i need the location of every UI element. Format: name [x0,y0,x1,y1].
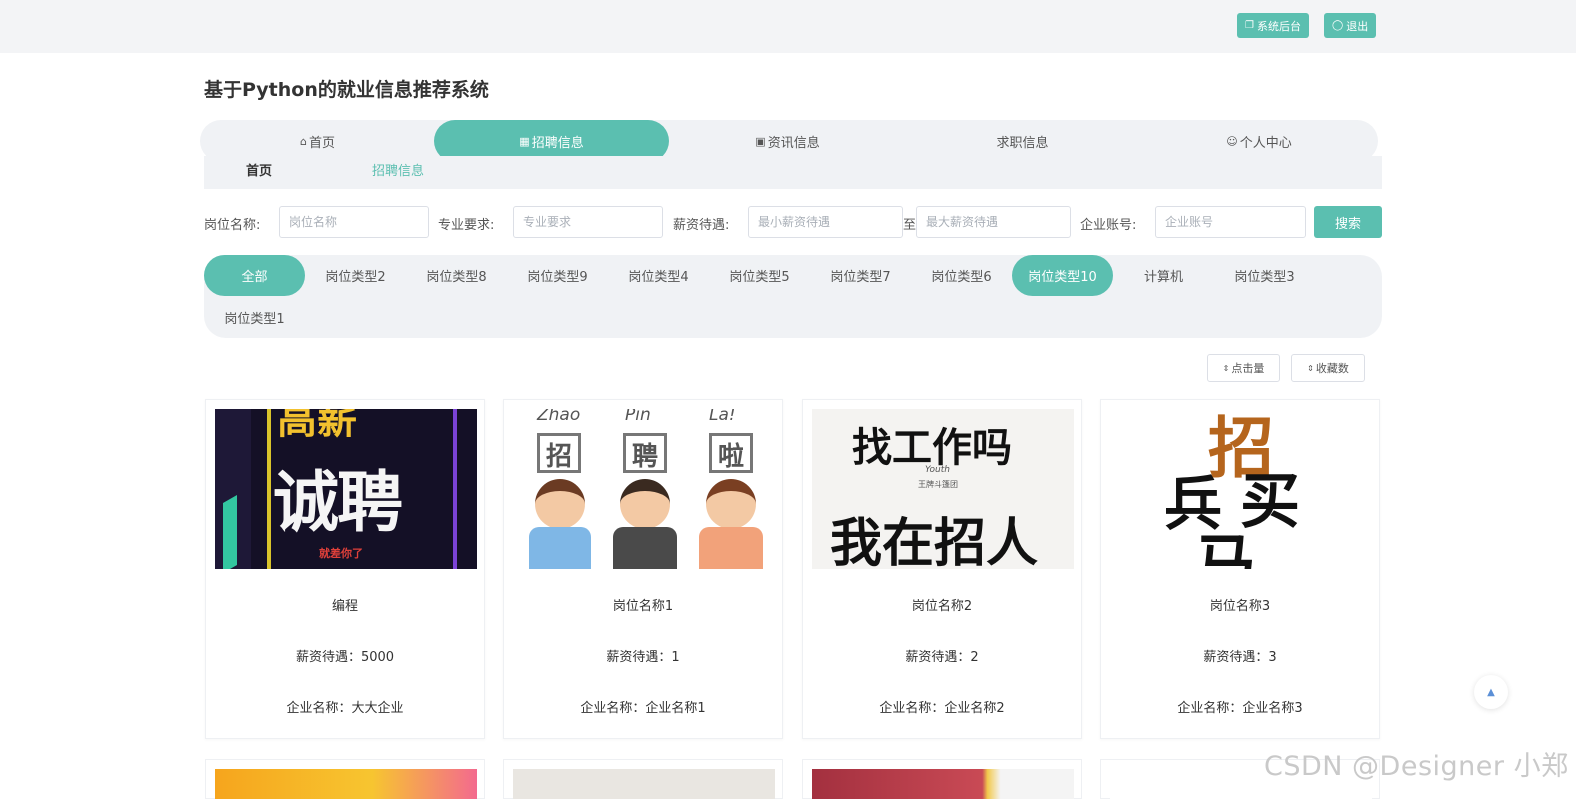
category-item[interactable]: 岗位类型8 [406,255,507,296]
poster-text: 招 [537,433,581,473]
poster-text: 聘 [623,433,667,473]
caret-up-icon: ▲ [1487,686,1495,698]
nav-news-label: 资讯信息 [767,135,820,151]
admin-backend-label: 系统后台 [1256,20,1301,33]
nav-home-label: 首页 [308,135,335,151]
sort-clicks-label: 点击量 [1231,362,1265,375]
poster-text: 高薪 [277,409,357,443]
poster-text: Zhao [537,409,581,425]
job-poster-image [215,769,477,799]
poster-text: 王牌斗篷团 [918,480,958,489]
poster-text: La! [709,409,736,425]
power-icon: ◯ [1332,20,1344,31]
category-all[interactable]: 全部 [204,255,305,296]
job-card[interactable]: 招 兵 买 马 岗位名称3 薪资待遇：3 企业名称：企业名称3 [1100,399,1380,739]
category-item[interactable]: 计算机 [1113,255,1214,296]
job-card-company: 企业名称：企业名称1 [580,701,706,716]
salary-to-label: 至 [903,218,917,233]
job-card-title: 编程 [331,599,358,614]
sort-clicks-button[interactable]: ⇕ 点击量 [1207,354,1280,382]
job-poster-image: 招 兵 买 马 [1110,409,1372,569]
job-poster-image [513,769,775,799]
job-poster-image: 找工作吗 Youth 王牌斗篷团 我在招人 [812,409,1074,569]
sort-favorites-label: 收藏数 [1315,362,1349,375]
job-card-company: 企业名称：大大企业 [286,701,404,716]
job-name-input[interactable] [279,206,429,238]
job-card[interactable] [205,759,485,799]
breadcrumb: 首页 招聘信息 [204,156,1382,189]
job-card-salary: 薪资待遇：3 [1203,650,1277,665]
job-card[interactable]: Zhao Pin La! 招 聘 啦 岗位名称1 薪资待遇：1 企业名称：企业名… [503,399,783,739]
job-card-company: 企业名称：企业名称2 [879,701,1005,716]
company-account-label: 企业账号: [1080,218,1137,233]
category-item[interactable]: 岗位类型2 [305,255,406,296]
nav-jobs-label: 招聘信息 [531,135,584,151]
job-card-title: 岗位名称3 [1209,599,1271,614]
user-icon: ☺ [1226,134,1238,148]
briefcase-icon: ▣ [755,134,766,148]
poster-text: 诚聘 [273,464,403,541]
job-card-title: 岗位名称1 [612,599,674,614]
job-card[interactable]: 找工作吗 Youth 王牌斗篷团 我在招人 岗位名称2 薪资待遇：2 企业名称：… [802,399,1082,739]
search-button[interactable]: 搜索 [1314,206,1382,238]
job-poster-image: Zhao Pin La! 招 聘 啦 [513,409,775,569]
site-title: 基于Python的就业信息推荐系统 [204,79,489,101]
category-item[interactable]: 岗位类型4 [608,255,709,296]
salary-min-input[interactable] [748,206,903,238]
job-card[interactable]: 高薪 诚聘 就差你了 编程 薪资待遇：5000 企业名称：大大企业 [205,399,485,739]
poster-text: 我在招人 [830,514,1039,569]
job-card[interactable] [503,759,783,799]
grid-icon: ▦ [519,134,530,148]
category-item-selected[interactable]: 岗位类型10 [1012,255,1113,296]
top-bar: ❐ 系统后台 ◯ 退出 [0,0,1576,53]
category-item[interactable]: 岗位类型7 [810,255,911,296]
sort-icon: ⇕ [1307,363,1314,373]
salary-max-input[interactable] [916,206,1071,238]
nav-profile-label: 个人中心 [1239,135,1292,151]
sort-favorites-button[interactable]: ⇕ 收藏数 [1291,354,1365,382]
job-card[interactable] [802,759,1082,799]
major-input[interactable] [513,206,663,238]
poster-text: Youth [925,465,950,475]
category-item[interactable]: 岗位类型6 [911,255,1012,296]
home-icon: ⌂ [300,134,307,148]
admin-backend-button[interactable]: ❐ 系统后台 [1237,13,1309,38]
job-card-company: 企业名称：企业名称3 [1177,701,1303,716]
category-filter: 全部 岗位类型2 岗位类型8 岗位类型9 岗位类型4 岗位类型5 岗位类型7 岗… [204,255,1382,338]
watermark: CSDN @Designer 小郑 [1264,751,1569,782]
job-card-salary: 薪资待遇：5000 [295,650,395,665]
job-card-title: 岗位名称2 [911,599,973,614]
job-card-salary: 薪资待遇：1 [606,650,680,665]
category-item[interactable]: 岗位类型9 [507,255,608,296]
category-item[interactable]: 岗位类型1 [204,297,305,338]
poster-text: 啦 [709,433,753,473]
major-label: 专业要求: [438,218,495,233]
job-poster-image [812,769,1074,799]
job-name-label: 岗位名称: [204,218,261,233]
poster-text: 就差你了 [319,547,363,560]
category-item[interactable]: 岗位类型3 [1214,255,1315,296]
job-poster-image: 高薪 诚聘 就差你了 [215,409,477,569]
poster-text: Pin [625,409,651,425]
back-to-top-button[interactable]: ▲ [1474,675,1508,709]
company-account-input[interactable] [1155,206,1306,238]
category-item[interactable]: 岗位类型5 [709,255,810,296]
copy-icon: ❐ [1245,20,1254,31]
logout-label: 退出 [1346,20,1369,33]
nav-resumes-label: 求职信息 [996,135,1049,151]
breadcrumb-home[interactable]: 首页 [246,160,272,179]
salary-label: 薪资待遇: [673,218,730,233]
sort-icon: ⇕ [1222,363,1230,373]
breadcrumb-current: 招聘信息 [372,164,425,179]
logout-button[interactable]: ◯ 退出 [1324,13,1377,38]
poster-text: 马 [1194,527,1257,569]
job-card-salary: 薪资待遇：2 [905,650,979,665]
